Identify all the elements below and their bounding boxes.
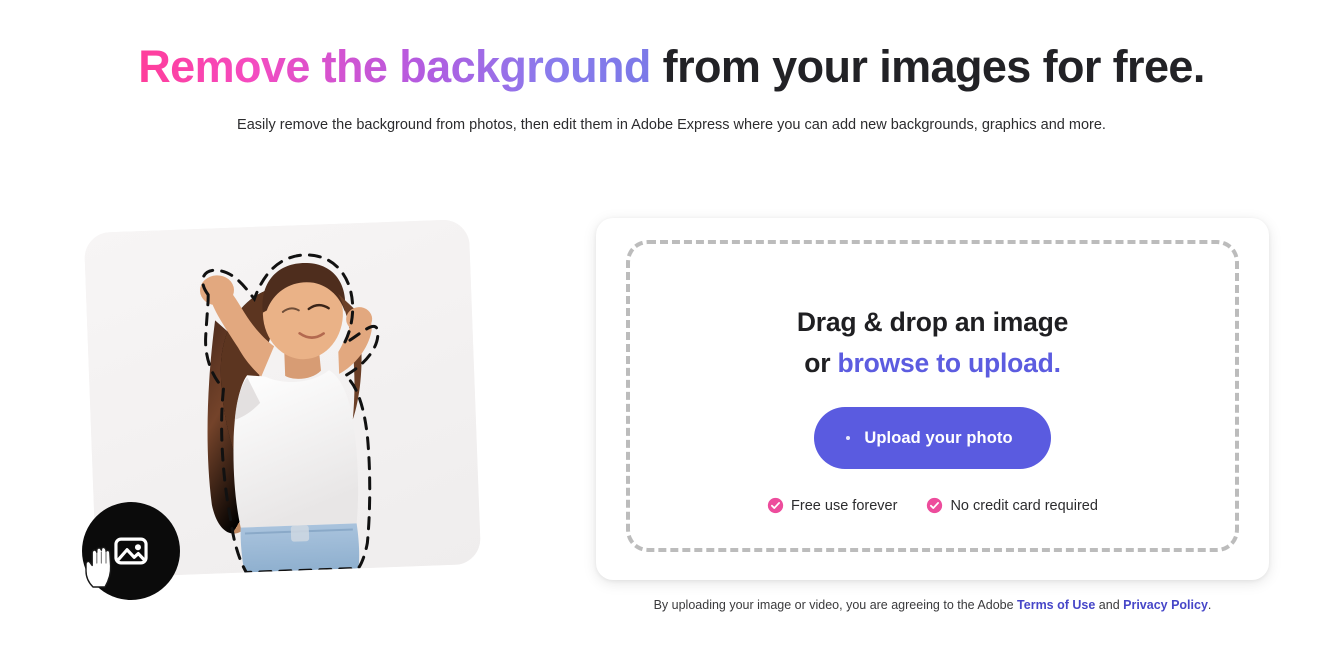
upload-card: Drag & drop an image or browse to upload… <box>596 218 1269 580</box>
upload-your-photo-button[interactable]: Upload your photo <box>814 407 1051 469</box>
check-circle-icon <box>927 497 943 514</box>
dropzone-or-text: or <box>804 348 838 378</box>
browse-to-upload-link[interactable]: browse to upload. <box>837 348 1061 378</box>
dropzone-title: Drag & drop an image <box>796 307 1069 337</box>
legal-disclaimer: By uploading your image or video, you ar… <box>596 596 1269 614</box>
upload-button-glyph <box>846 436 851 440</box>
privacy-policy-link[interactable]: Privacy Policy <box>1123 598 1208 612</box>
feature-list: Free use forever No credit card required <box>767 497 1098 514</box>
check-circle-icon <box>767 497 784 514</box>
background-remover-page: Remove the background from your images f… <box>0 0 1343 668</box>
sample-image-preview <box>82 214 482 600</box>
legal-conjunction: and <box>1095 598 1124 612</box>
upload-button-label: Upload your photo <box>864 428 1013 447</box>
feature-item-free-use: Free use forever <box>767 497 897 514</box>
feature-label-no-credit-card: No credit card required <box>950 497 1098 514</box>
feature-label-free-use: Free use forever <box>791 497 898 514</box>
page-subtitle: Easily remove the background from photos… <box>237 117 1106 133</box>
dropzone[interactable]: Drag & drop an image or browse to upload… <box>626 240 1239 552</box>
page-title-gradient-part: Remove the background <box>138 41 651 92</box>
legal-prefix: By uploading your image or video, you ar… <box>653 598 1018 612</box>
feature-item-no-credit-card: No credit card required <box>926 497 1098 514</box>
dropzone-subtitle: or browse to upload. <box>804 343 1061 384</box>
page-title-rest: from your images for free. <box>650 41 1206 92</box>
page-title: Remove the background from your images f… <box>0 38 1343 96</box>
hand-cursor-icon <box>85 546 112 588</box>
legal-suffix: . <box>1207 598 1212 612</box>
terms-of-use-link[interactable]: Terms of Use <box>1017 598 1095 612</box>
